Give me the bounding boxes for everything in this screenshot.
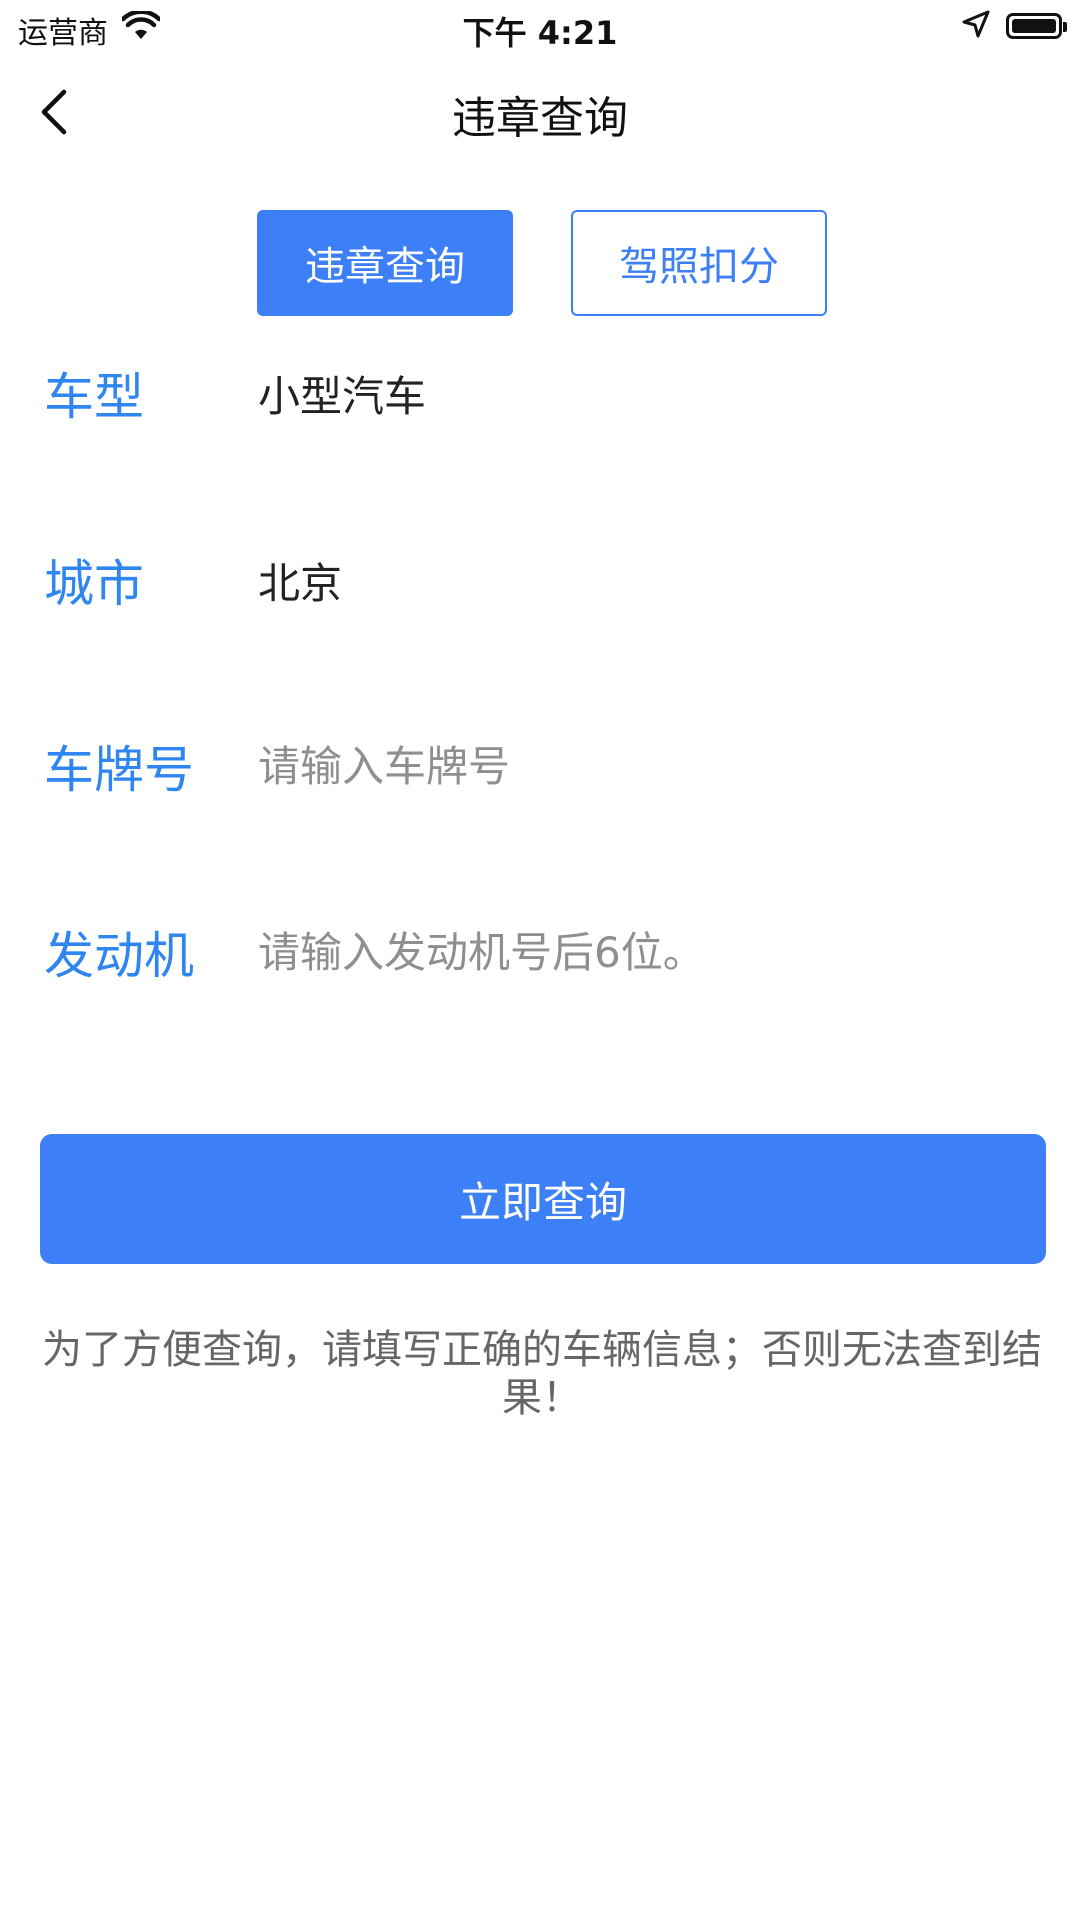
car-type-value[interactable]: 小型汽车	[258, 363, 426, 424]
car-type-label: 车型	[44, 368, 144, 426]
city-row[interactable]: 城市 北京	[0, 540, 1080, 620]
car-type-row[interactable]: 车型 小型汽车	[0, 353, 1080, 433]
status-right	[962, 10, 1067, 42]
city-label: 城市	[44, 555, 144, 613]
battery-icon	[1006, 13, 1067, 39]
engine-input[interactable]	[258, 927, 1018, 977]
notice-text: 为了方便查询，请填写正确的车辆信息；否则无法查到结果！	[42, 1327, 1042, 1421]
location-arrow-icon	[962, 10, 990, 42]
query-type-tabs: 违章查询 驾照扣分	[257, 210, 827, 316]
tab-violation-query[interactable]: 违章查询	[257, 210, 513, 316]
engine-row: 发动机	[0, 912, 1080, 992]
page-title: 违章查询	[452, 93, 628, 144]
plate-input[interactable]	[258, 741, 1018, 791]
plate-label: 车牌号	[44, 741, 194, 799]
status-bar: 运营商 下午 4:21	[0, 0, 1080, 56]
nav-bar: 违章查询	[0, 60, 1080, 160]
engine-label: 发动机	[44, 927, 194, 985]
plate-row: 车牌号	[0, 726, 1080, 806]
status-time: 下午 4:21	[462, 14, 618, 52]
query-now-button[interactable]: 立即查询	[40, 1134, 1046, 1264]
tab-license-points[interactable]: 驾照扣分	[571, 210, 827, 316]
city-value[interactable]: 北京	[258, 550, 342, 611]
